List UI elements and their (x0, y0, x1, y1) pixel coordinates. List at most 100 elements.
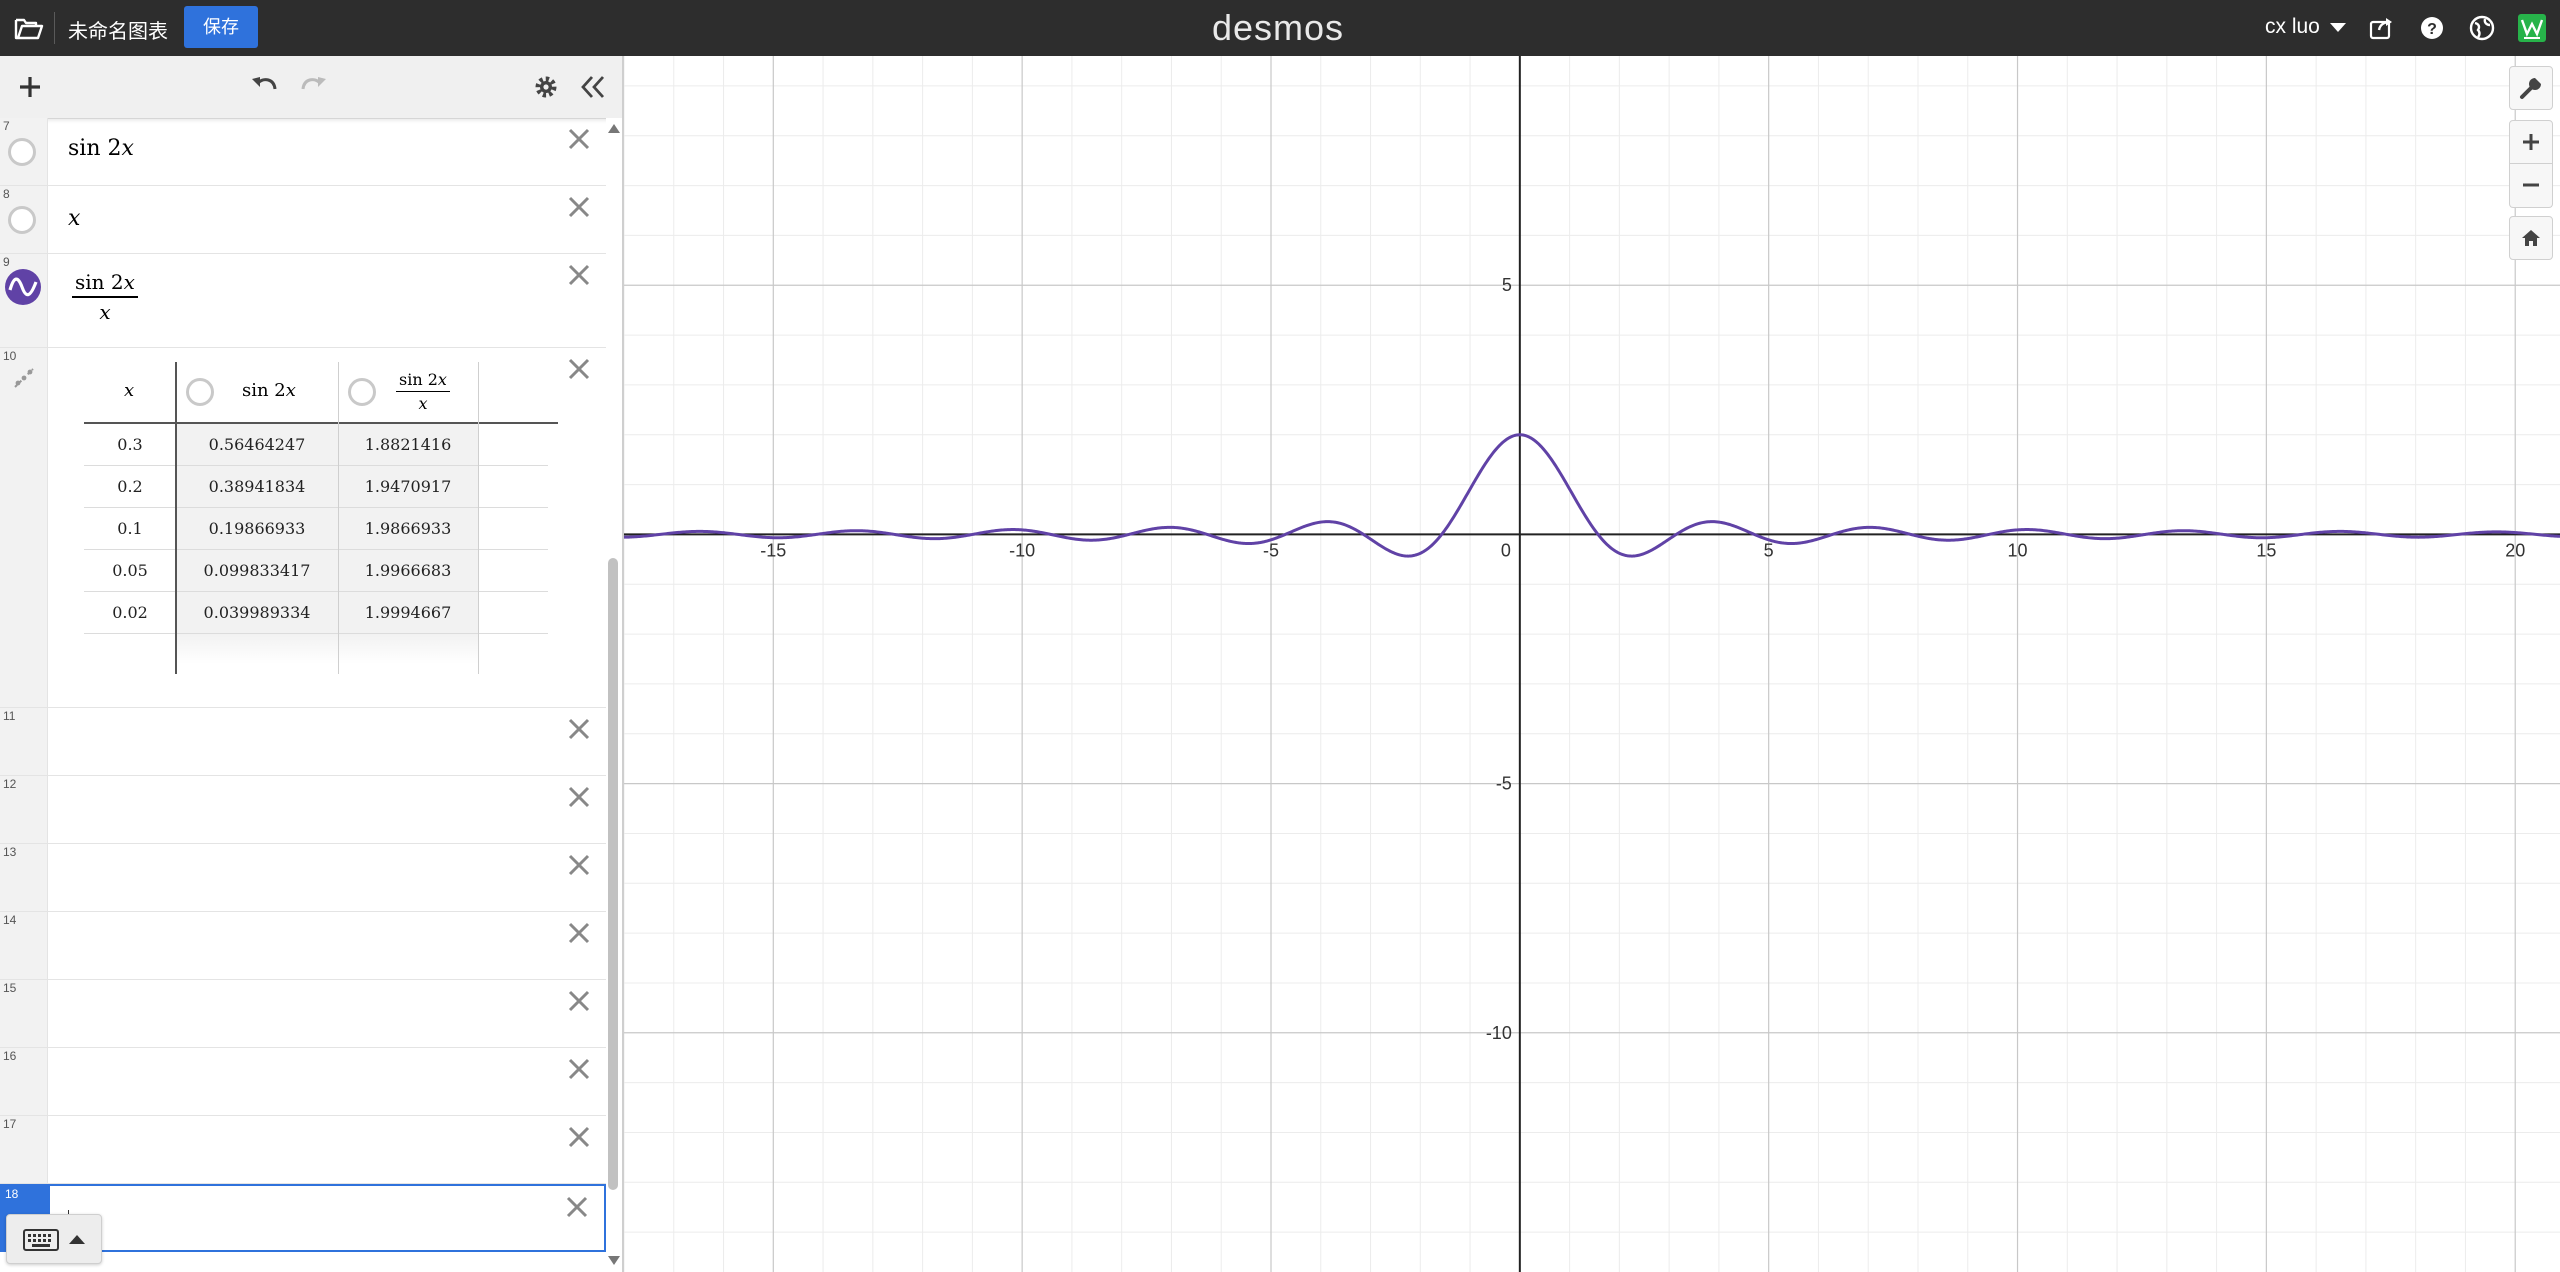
scrollbar-thumb[interactable] (608, 558, 618, 1190)
expression-row[interactable]: 11 (0, 708, 606, 776)
zoom-in-icon (2523, 134, 2539, 150)
collapse-panel-icon[interactable] (578, 71, 610, 103)
delete-icon[interactable] (566, 716, 592, 742)
row-number: 16 (3, 1049, 17, 1063)
profile-icon[interactable] (2518, 14, 2546, 42)
zoom-in-button[interactable] (2509, 120, 2553, 164)
table-cell[interactable]: 0.02 (84, 592, 176, 634)
undo-icon[interactable] (248, 71, 280, 103)
home-icon (2522, 230, 2540, 246)
desmos-logo: desmos (1212, 7, 1345, 48)
table-cell[interactable]: 0.1 (84, 508, 176, 550)
top-header-bar: 未命名图表 保存 desmos cx luo ? (0, 0, 2560, 56)
expression-row[interactable]: 17 (0, 1116, 606, 1184)
table-cell: 1.9866933 (338, 508, 478, 550)
wrench-icon (2520, 78, 2541, 99)
y-tick-label: 5 (1502, 275, 1512, 295)
table-rule (478, 465, 548, 466)
svg-text:?: ? (2427, 21, 2437, 38)
delete-icon[interactable] (564, 1194, 590, 1220)
chevron-down-icon[interactable] (2330, 23, 2346, 32)
expression-row[interactable]: 9 sin 2x x (0, 254, 606, 348)
zoom-out-button[interactable] (2509, 164, 2553, 208)
row-number: 14 (3, 913, 17, 927)
table-cell[interactable]: 0.3 (84, 424, 176, 466)
language-icon[interactable] (2468, 14, 2496, 42)
scroll-up-arrow[interactable] (608, 124, 620, 133)
expression-panel: 7 sin 2x 8 x 9 sin 2x x 10 x sin 2x sin … (0, 56, 624, 1272)
delete-icon[interactable] (566, 784, 592, 810)
row-number: 10 (3, 349, 17, 363)
delete-icon[interactable] (566, 262, 592, 288)
delete-icon[interactable] (566, 1056, 592, 1082)
table-header-ratio[interactable]: sin 2x x (338, 362, 478, 424)
delete-icon[interactable] (566, 126, 592, 152)
x-tick-label: -5 (1263, 540, 1279, 560)
hidden-toggle-icon[interactable] (8, 138, 36, 166)
table-cell: 1.8821416 (338, 424, 478, 466)
expression-math[interactable]: sin 2x x (72, 270, 138, 324)
row-gutter: 12 (0, 776, 48, 843)
keyboard-toggle-button[interactable] (6, 1214, 102, 1264)
graph-paper[interactable]: -15 -10 -5 0 5 10 15 20 5 -5 -10 (624, 56, 2560, 1272)
table-cell[interactable]: 0.2 (84, 466, 176, 508)
save-button[interactable]: 保存 (184, 6, 258, 48)
delete-icon[interactable] (566, 852, 592, 878)
header-divider (54, 12, 55, 44)
table-cell: 1.9966683 (338, 550, 478, 592)
table-fade (338, 634, 478, 664)
share-icon[interactable] (2368, 14, 2396, 42)
graph-title[interactable]: 未命名图表 (68, 15, 168, 44)
table-cell: 1.9470917 (338, 466, 478, 508)
expression-row[interactable]: 8 x (0, 186, 606, 254)
row-number: 9 (3, 255, 10, 269)
table-cell[interactable]: 0.05 (84, 550, 176, 592)
delete-icon[interactable] (566, 194, 592, 220)
x-tick-label: 20 (2505, 540, 2525, 560)
expression-row[interactable]: 12 (0, 776, 606, 844)
expression-row[interactable]: 7 sin 2x (0, 118, 606, 186)
default-view-button[interactable] (2509, 216, 2553, 260)
graph-style-icon[interactable] (4, 268, 42, 306)
column-toggle-icon[interactable] (186, 378, 214, 406)
help-icon[interactable]: ? (2418, 14, 2446, 42)
expression-toolbar (0, 56, 622, 119)
expression-row[interactable]: 15 (0, 980, 606, 1048)
row-number: 12 (3, 777, 17, 791)
add-icon[interactable] (14, 71, 46, 103)
y-tick-label: -5 (1496, 774, 1512, 794)
expression-math[interactable]: x (68, 206, 80, 231)
hidden-toggle-icon[interactable] (8, 206, 36, 234)
delete-icon[interactable] (566, 356, 592, 382)
column-toggle-icon[interactable] (348, 378, 376, 406)
table-cell: 0.099833417 (176, 550, 338, 592)
table-rule (478, 591, 548, 592)
graph-settings-button[interactable] (2509, 66, 2553, 110)
table-divider (175, 362, 177, 674)
gear-icon[interactable] (530, 71, 562, 103)
folder-icon[interactable] (14, 14, 44, 42)
table-header-sin2x[interactable]: sin 2x (176, 362, 338, 424)
expression-row[interactable]: 13 (0, 844, 606, 912)
table-rule (478, 507, 548, 508)
table-header-x[interactable]: x (84, 362, 176, 424)
table-expression-row[interactable]: 10 x sin 2x sin 2x x 0.3 0.2 0.1 0.05 0.… (0, 348, 606, 708)
row-gutter: 11 (0, 708, 48, 775)
row-number: 17 (3, 1117, 17, 1131)
expression-row[interactable]: 16 (0, 1048, 606, 1116)
redo-icon[interactable] (298, 71, 330, 103)
expression-row[interactable]: 14 (0, 912, 606, 980)
delete-icon[interactable] (566, 920, 592, 946)
expression-scrollbar[interactable] (606, 118, 622, 1272)
x-tick-label: -15 (760, 540, 786, 560)
graph-canvas[interactable]: -15 -10 -5 0 5 10 15 20 5 -5 -10 (624, 56, 2560, 1272)
user-name[interactable]: cx luo (2265, 15, 2320, 39)
delete-icon[interactable] (566, 988, 592, 1014)
table-divider (338, 362, 339, 674)
row-gutter: 14 (0, 912, 48, 979)
expression-math[interactable]: sin 2x (68, 136, 134, 161)
delete-icon[interactable] (566, 1124, 592, 1150)
scroll-down-arrow[interactable] (608, 1256, 620, 1265)
y-tick-label: -10 (1486, 1023, 1512, 1043)
table-divider (478, 362, 479, 674)
